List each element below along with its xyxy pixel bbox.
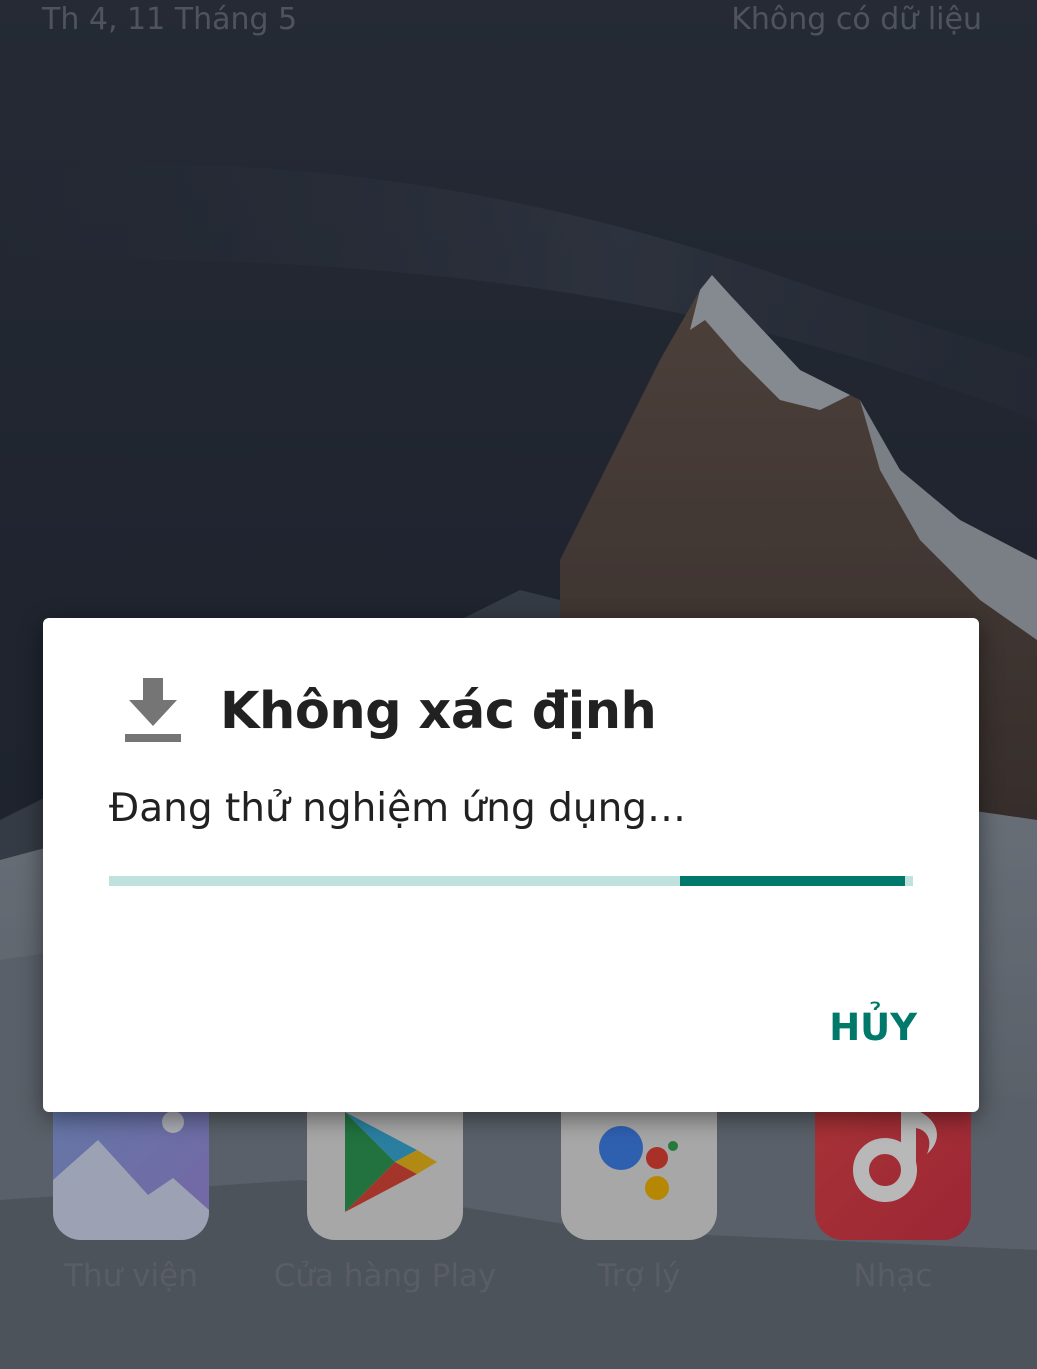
cancel-button[interactable]: HỦY [829,1006,917,1049]
dialog-message: Đang thử nghiệm ứng dụng… [109,786,687,831]
progress-bar [109,876,913,886]
home-screen: Th 4, 11 Tháng 5 Không có dữ liệu Thư vi… [0,0,1037,1369]
progress-indicator [679,876,905,886]
download-progress-dialog: Không xác định Đang thử nghiệm ứng dụng…… [43,618,979,1112]
dialog-title: Không xác định [220,682,657,741]
download-icon [125,678,181,742]
